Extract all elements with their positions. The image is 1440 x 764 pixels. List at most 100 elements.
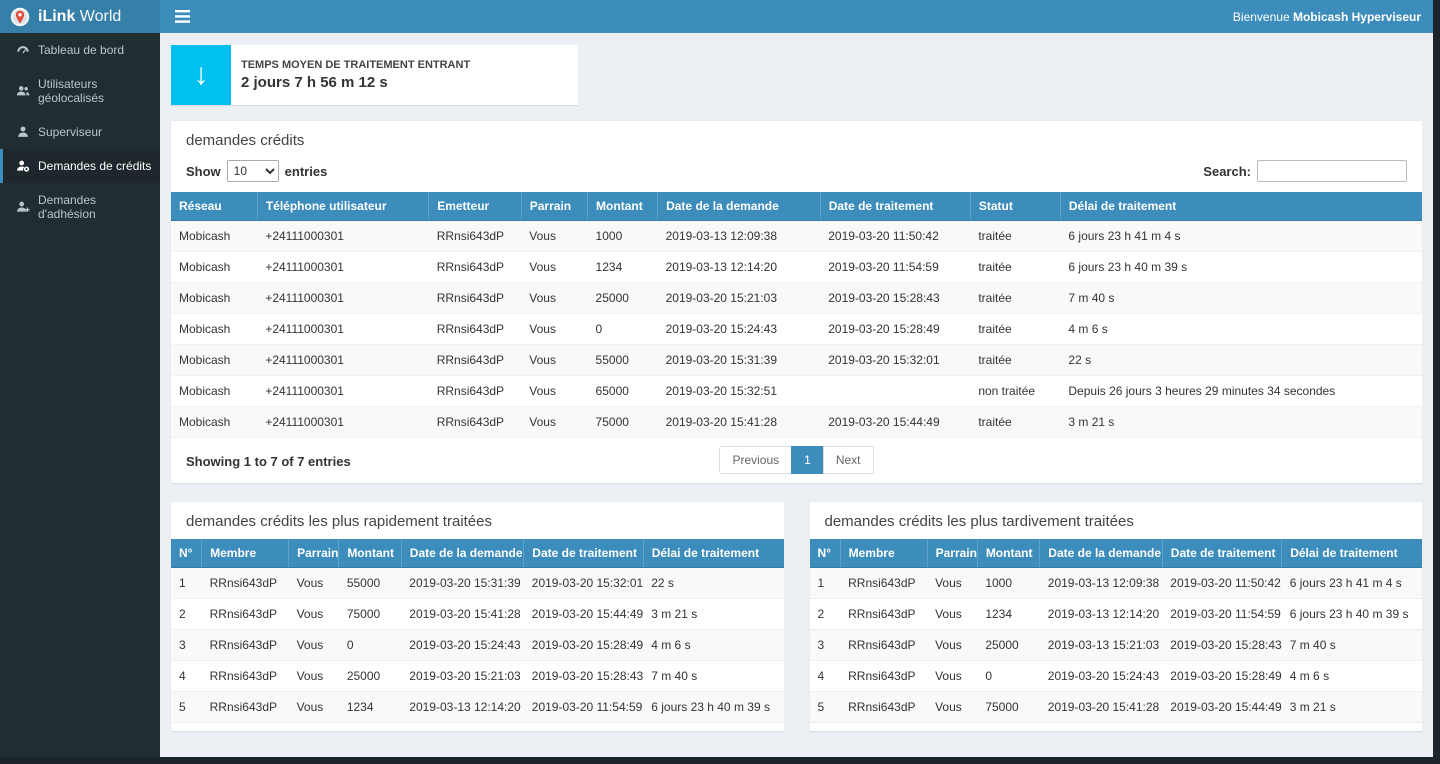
- infobox-label: TEMPS MOYEN DE TRAITEMENT ENTRANT: [241, 59, 470, 71]
- table-cell: non traitée: [970, 376, 1060, 407]
- sidebar-item-superviseur[interactable]: Superviseur: [0, 115, 160, 149]
- table-cell: +24111000301: [257, 221, 428, 252]
- column-header[interactable]: Parrain: [521, 192, 587, 221]
- column-header[interactable]: Date de la demande: [658, 192, 821, 221]
- gauge-icon: [16, 43, 30, 57]
- column-header[interactable]: Montant: [339, 539, 401, 568]
- column-header[interactable]: Membre: [840, 539, 927, 568]
- table-row: 2RRnsi643dPVous750002019-03-20 15:41:282…: [171, 599, 784, 630]
- column-header[interactable]: N°: [171, 539, 202, 568]
- sidebar-item-label: Demandes d'adhésion: [38, 193, 152, 221]
- table-cell: Vous: [289, 630, 339, 661]
- table-cell: +24111000301: [257, 407, 428, 438]
- table-cell: 2019-03-20 11:54:59: [820, 252, 970, 283]
- user-menu[interactable]: Bienvenue Mobicash Hyperviseur: [1233, 10, 1433, 24]
- column-header[interactable]: Date de traitement: [820, 192, 970, 221]
- table-cell: RRnsi643dP: [429, 345, 522, 376]
- table-cell: 2019-03-20 11:50:42: [1162, 568, 1281, 599]
- table-cell: 2019-03-20 11:50:42: [820, 221, 970, 252]
- table-cell: 55000: [339, 568, 401, 599]
- table-cell: Mobicash: [171, 221, 257, 252]
- table-cell: traitée: [970, 252, 1060, 283]
- table-cell: 2019-03-13 12:09:38: [1040, 568, 1163, 599]
- sidebar: Tableau de bord Utilisateurs géolocalisé…: [0, 33, 160, 757]
- user-icon: [16, 125, 30, 139]
- table-row: Mobicash+24111000301RRnsi643dPVous100020…: [171, 221, 1422, 252]
- column-header[interactable]: Emetteur: [429, 192, 522, 221]
- column-header[interactable]: Téléphone utilisateur: [257, 192, 428, 221]
- brand-logo[interactable]: iLink World: [0, 0, 160, 33]
- column-header[interactable]: Membre: [202, 539, 289, 568]
- previous-page-button[interactable]: Previous: [719, 446, 792, 474]
- table-cell: 7 m 40 s: [1282, 630, 1422, 661]
- table-row: Mobicash+24111000301RRnsi643dPVous650002…: [171, 376, 1422, 407]
- table-cell: 25000: [977, 630, 1039, 661]
- column-header[interactable]: Date de la demande: [401, 539, 524, 568]
- sidebar-item-utilisateurs-geolocalises[interactable]: Utilisateurs géolocalisés: [0, 67, 160, 115]
- column-header[interactable]: Montant: [588, 192, 658, 221]
- table-cell: Mobicash: [171, 407, 257, 438]
- menu-icon[interactable]: [160, 0, 204, 33]
- table-cell: RRnsi643dP: [429, 252, 522, 283]
- column-header[interactable]: Délai de traitement: [1282, 539, 1422, 568]
- column-header[interactable]: Montant: [977, 539, 1039, 568]
- table-cell: 4 m 6 s: [1060, 314, 1422, 345]
- table-cell: 2019-03-20 15:44:49: [820, 407, 970, 438]
- table-cell: 3: [810, 630, 841, 661]
- table-cell: RRnsi643dP: [840, 599, 927, 630]
- table-cell: 22 s: [643, 568, 783, 599]
- table-cell: 2019-03-20 15:24:43: [658, 314, 821, 345]
- sidebar-item-demandes-adhesion[interactable]: Demandes d'adhésion: [0, 183, 160, 231]
- table-cell: Vous: [521, 314, 587, 345]
- avg-processing-time-infobox: ↓ TEMPS MOYEN DE TRAITEMENT ENTRANT 2 jo…: [171, 45, 578, 105]
- table-cell: Vous: [289, 599, 339, 630]
- table-cell: 7 m 40 s: [643, 661, 783, 692]
- column-header[interactable]: N°: [810, 539, 841, 568]
- table-cell: RRnsi643dP: [202, 692, 289, 723]
- column-header[interactable]: Date de la demande: [1040, 539, 1163, 568]
- table-cell: 2019-03-20 15:28:49: [524, 630, 643, 661]
- table-cell: 2019-03-20 15:44:49: [524, 599, 643, 630]
- column-header[interactable]: Date de traitement: [1162, 539, 1281, 568]
- table-cell: 6 jours 23 h 40 m 39 s: [1060, 252, 1422, 283]
- header-row: N°MembreParrainMontantDate de la demande…: [171, 539, 784, 568]
- table-cell: 3 m 21 s: [1060, 407, 1422, 438]
- table-cell: Vous: [289, 568, 339, 599]
- column-header[interactable]: Délai de traitement: [643, 539, 783, 568]
- table-row: 1RRnsi643dPVous10002019-03-13 12:09:3820…: [810, 568, 1423, 599]
- table-row: Mobicash+24111000301RRnsi643dPVous550002…: [171, 345, 1422, 376]
- table-cell: 0: [588, 314, 658, 345]
- column-header[interactable]: Parrain: [289, 539, 339, 568]
- table-cell: 25000: [588, 283, 658, 314]
- search-input[interactable]: [1257, 160, 1407, 182]
- page-1-button[interactable]: 1: [791, 446, 824, 474]
- table-row: 5RRnsi643dPVous12342019-03-13 12:14:2020…: [171, 692, 784, 723]
- table-cell: Vous: [927, 692, 977, 723]
- sidebar-item-tableau-de-bord[interactable]: Tableau de bord: [0, 33, 160, 67]
- sidebar-item-demandes-de-credits[interactable]: Demandes de crédits: [0, 149, 160, 183]
- column-header[interactable]: Parrain: [927, 539, 977, 568]
- table-cell: 3: [171, 630, 202, 661]
- column-header[interactable]: Statut: [970, 192, 1060, 221]
- table-cell: +24111000301: [257, 252, 428, 283]
- table-cell: RRnsi643dP: [429, 283, 522, 314]
- app-window: iLink World Bienvenue Mobicash Hypervise…: [0, 0, 1433, 757]
- table-cell: 2019-03-13 12:14:20: [658, 252, 821, 283]
- sidebar-item-label: Demandes de crédits: [38, 159, 151, 173]
- column-header[interactable]: Délai de traitement: [1060, 192, 1422, 221]
- show-label: Show: [186, 164, 221, 179]
- table-cell: traitée: [970, 221, 1060, 252]
- next-page-button[interactable]: Next: [823, 446, 874, 474]
- table-cell: Mobicash: [171, 283, 257, 314]
- search-label: Search:: [1203, 164, 1251, 179]
- search-control: Search:: [1203, 160, 1407, 182]
- column-header[interactable]: Réseau: [171, 192, 257, 221]
- page-length-select[interactable]: 10: [227, 160, 279, 182]
- table-cell: 2019-03-20 15:24:43: [401, 630, 524, 661]
- table-cell: 4 m 6 s: [1282, 661, 1422, 692]
- table-cell: 22 s: [1060, 345, 1422, 376]
- table-body: Mobicash+24111000301RRnsi643dPVous100020…: [171, 221, 1422, 438]
- column-header[interactable]: Date de traitement: [524, 539, 643, 568]
- entries-label: entries: [285, 164, 328, 179]
- table-cell: [820, 376, 970, 407]
